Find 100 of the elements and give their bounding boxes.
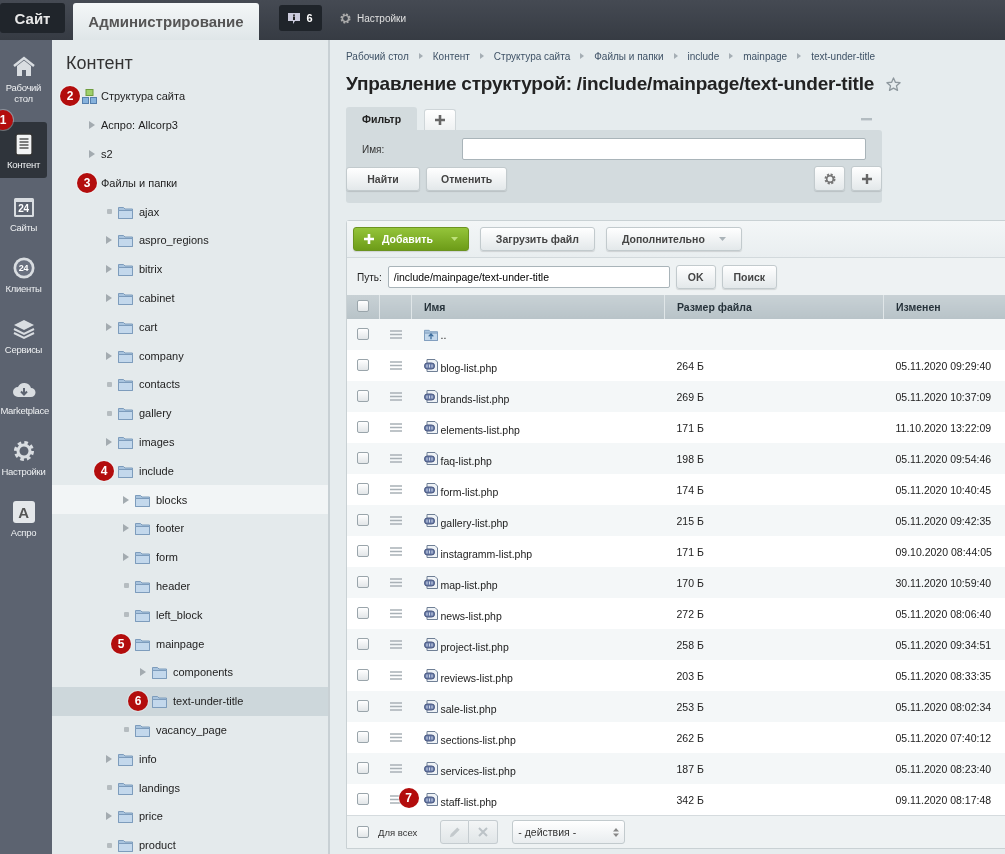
tree-item[interactable]: Структура сайта — [101, 90, 186, 103]
file-name[interactable]: form-list.php — [440, 481, 499, 498]
breadcrumb-link[interactable]: Структура сайта — [493, 50, 571, 62]
tree-item[interactable]: Файлы и папки — [101, 176, 178, 189]
tree-item[interactable]: components — [173, 666, 233, 679]
tree-item[interactable]: text-under-title — [173, 695, 244, 708]
tree-item[interactable]: left_block — [156, 608, 203, 621]
path-field[interactable]: /include/mainpage/text-under-title — [387, 266, 670, 288]
expand-triangle-icon[interactable] — [106, 351, 112, 360]
breadcrumb-link[interactable]: include — [687, 50, 720, 62]
notifications-button[interactable]: 6 — [279, 5, 322, 31]
expand-triangle-icon[interactable] — [123, 553, 129, 562]
add-tab[interactable] — [424, 109, 457, 130]
checkbox[interactable] — [357, 327, 369, 340]
actions-select[interactable]: - действия - — [512, 820, 626, 844]
column-header[interactable]: Размер файла — [664, 295, 884, 319]
checkbox[interactable] — [357, 451, 369, 464]
checkbox[interactable] — [357, 575, 369, 588]
tree-item[interactable]: product — [139, 839, 176, 852]
expand-triangle-icon[interactable] — [106, 437, 112, 446]
expand-triangle-icon[interactable] — [123, 495, 129, 504]
checkbox[interactable] — [357, 730, 369, 743]
tree-item[interactable]: info — [139, 752, 157, 765]
delete-button[interactable] — [469, 820, 499, 844]
file-name[interactable]: faq-list.php — [440, 450, 492, 467]
nav-item[interactable]: Рабочий стол — [0, 50, 47, 110]
checkbox[interactable] — [357, 668, 369, 681]
tree-item[interactable]: aspro_regions — [139, 234, 209, 247]
nav-item[interactable]: Marketplace — [0, 373, 47, 422]
file-name[interactable]: brands-list.php — [440, 388, 510, 405]
tree-item[interactable]: cart — [139, 320, 158, 333]
breadcrumb-link[interactable]: Контент — [432, 50, 470, 62]
add-button[interactable] — [851, 166, 882, 191]
nav-item[interactable]: A Аспро — [0, 495, 47, 544]
file-name[interactable]: instagramm-list.php — [440, 543, 533, 560]
tree-item[interactable]: vacancy_page — [156, 723, 227, 736]
tree-item[interactable]: header — [156, 579, 191, 592]
expand-triangle-icon[interactable] — [106, 322, 112, 331]
checkbox[interactable] — [357, 637, 369, 650]
file-name[interactable]: services-list.php — [440, 760, 516, 777]
tree-item[interactable]: mainpage — [156, 637, 205, 650]
expand-triangle-icon[interactable] — [123, 524, 129, 533]
checkbox[interactable] — [357, 300, 369, 312]
top-tab[interactable]: Администрирование — [73, 3, 259, 40]
settings-link[interactable]: Настройки — [340, 5, 407, 31]
column-header[interactable]: Имя — [411, 295, 665, 319]
menu-icon[interactable] — [389, 794, 402, 804]
checkbox[interactable] — [357, 826, 369, 838]
file-name[interactable]: elements-list.php — [440, 419, 520, 436]
tree-item[interactable]: include — [139, 464, 174, 477]
expand-triangle-icon[interactable] — [106, 236, 112, 245]
tree-item[interactable]: contacts — [139, 378, 180, 391]
file-name[interactable]: reviews-list.php — [440, 667, 513, 684]
upload-button[interactable]: Загрузить файл — [479, 227, 595, 251]
column-header[interactable]: Изменен — [883, 295, 1005, 319]
tree-item[interactable]: images — [139, 435, 175, 448]
tree-item[interactable]: bitrix — [139, 263, 163, 276]
breadcrumb-link[interactable]: Рабочий стол — [346, 50, 409, 62]
settings-button[interactable] — [814, 166, 845, 191]
file-name[interactable]: sections-list.php — [440, 729, 516, 746]
file-name[interactable]: .. — [440, 328, 447, 341]
breadcrumb-link[interactable]: Файлы и папки — [594, 50, 664, 62]
expand-triangle-icon[interactable] — [106, 812, 112, 821]
file-name[interactable]: sale-list.php — [440, 698, 497, 715]
nav-item[interactable]: 24 Клиенты — [0, 251, 47, 300]
expand-triangle-icon[interactable] — [89, 121, 95, 130]
tree-item[interactable]: blocks — [156, 493, 188, 506]
nav-item[interactable]: Сервисы — [0, 312, 47, 361]
checkbox[interactable] — [357, 792, 369, 805]
expand-triangle-icon[interactable] — [140, 668, 146, 677]
checkbox[interactable] — [357, 544, 369, 557]
checkbox[interactable] — [357, 389, 369, 402]
tree-item[interactable]: price — [139, 810, 163, 823]
file-name[interactable]: map-list.php — [440, 574, 498, 591]
checkbox[interactable] — [357, 482, 369, 495]
breadcrumb-link[interactable]: text-under-title — [811, 50, 876, 62]
expand-triangle-icon[interactable] — [106, 754, 112, 763]
tree-item[interactable]: ajax — [139, 205, 160, 218]
expand-triangle-icon[interactable] — [106, 293, 112, 302]
breadcrumb-link[interactable]: mainpage — [743, 50, 788, 62]
star-icon[interactable] — [886, 76, 902, 92]
file-name[interactable]: blog-list.php — [440, 357, 498, 374]
path-button[interactable]: OK — [675, 265, 716, 289]
file-name[interactable]: news-list.php — [440, 605, 502, 622]
file-name[interactable]: project-list.php — [440, 636, 509, 653]
file-name[interactable]: gallery-list.php — [440, 512, 509, 529]
tree-item[interactable]: landings — [139, 781, 180, 794]
checkbox[interactable] — [357, 699, 369, 712]
checkbox[interactable] — [357, 513, 369, 526]
path-button[interactable]: Поиск — [721, 265, 778, 289]
tree-item[interactable]: cabinet — [139, 291, 175, 304]
minimize-icon[interactable] — [861, 118, 872, 121]
tree-item[interactable]: form — [156, 551, 178, 564]
more-button[interactable]: Дополнительно — [605, 227, 742, 251]
edit-button[interactable] — [440, 820, 470, 844]
top-tab[interactable]: Сайт — [0, 3, 65, 33]
tree-item[interactable]: company — [139, 349, 184, 362]
filter-button[interactable]: Найти — [346, 166, 420, 191]
tree-item[interactable]: s2 — [101, 148, 113, 160]
expand-triangle-icon[interactable] — [106, 265, 112, 274]
